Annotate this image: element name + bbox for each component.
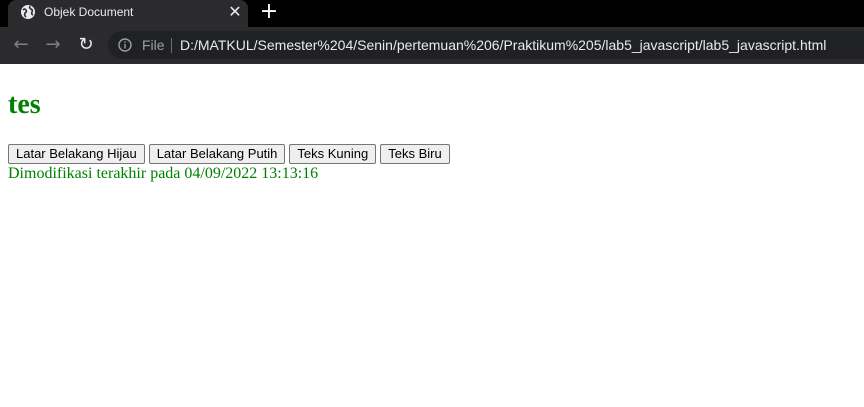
white-background-button[interactable]: Latar Belakang Putih: [148, 144, 286, 164]
globe-icon: [21, 5, 35, 19]
page-content: tes Latar Belakang Hijau Latar Belakang …: [0, 64, 864, 407]
tab-strip: Objek Document ✕ +: [0, 0, 864, 27]
back-icon[interactable]: ←: [10, 34, 32, 56]
address-bar[interactable]: File D:/MATKUL/Semester%204/Senin/pertem…: [108, 31, 864, 59]
new-tab-button[interactable]: +: [258, 1, 280, 23]
last-modified-text: Dimodifikasi terakhir pada 04/09/2022 13…: [8, 165, 319, 182]
url-text[interactable]: D:/MATKUL/Semester%204/Senin/pertemuan%2…: [180, 37, 826, 53]
close-tab-icon[interactable]: ✕: [226, 3, 244, 21]
yellow-text-button[interactable]: Teks Kuning: [289, 144, 377, 164]
tab-title: Objek Document: [44, 5, 134, 19]
browser-toolbar: ← → ↻ File D:/MATKUL/Semester%204/Senin/…: [0, 27, 864, 64]
green-background-button[interactable]: Latar Belakang Hijau: [8, 144, 145, 164]
button-row: Latar Belakang Hijau Latar Belakang Puti…: [8, 144, 450, 164]
address-divider: [171, 38, 172, 53]
forward-icon[interactable]: →: [42, 34, 64, 56]
blue-text-button[interactable]: Teks Biru: [380, 144, 450, 164]
browser-tab[interactable]: Objek Document ✕: [8, 0, 248, 27]
page-heading: tes: [8, 89, 41, 120]
reload-icon[interactable]: ↻: [75, 34, 97, 56]
url-scheme-label: File: [142, 37, 165, 53]
info-icon[interactable]: [118, 38, 132, 52]
